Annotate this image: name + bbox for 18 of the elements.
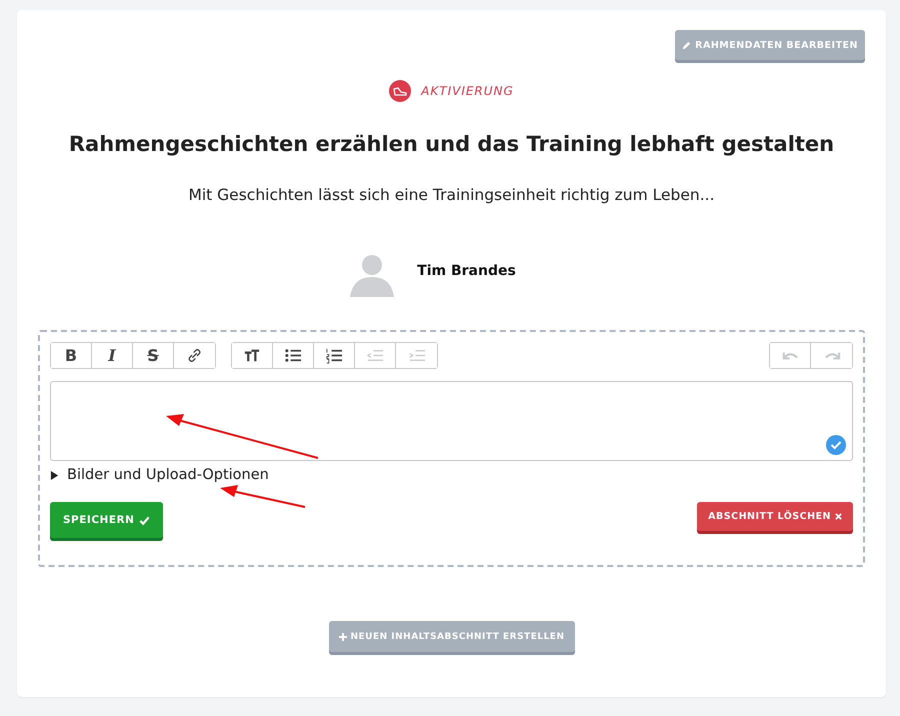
numbered-list-icon	[325, 346, 343, 364]
author-name: Tim Brandes	[417, 263, 516, 279]
delete-button[interactable]: ABSCHNITT LÖSCHEN	[697, 502, 853, 531]
category-label: AKTIVIERUNG	[421, 84, 514, 98]
plus-icon	[338, 632, 346, 640]
link-icon	[186, 346, 204, 364]
bullet-list-icon	[284, 346, 302, 364]
pencil-icon	[682, 40, 692, 50]
shoe-icon	[389, 80, 412, 102]
text-editor-field[interactable]	[50, 381, 853, 461]
check-icon	[139, 514, 150, 526]
section-subtitle: Mit Geschichten lässt sich eine Trainingseinheit richtig zum Leben...	[187, 186, 716, 204]
bold-button[interactable]: B	[51, 343, 92, 368]
close-icon	[835, 513, 842, 520]
upload-options-toggle[interactable]: Bilder und Upload-Optionen	[67, 467, 269, 483]
text-size-button[interactable]	[232, 343, 273, 368]
avatar-icon	[349, 252, 396, 298]
section-title: Rahmengeschichten erzählen und das Training lebhaft gestalten	[68, 132, 836, 156]
